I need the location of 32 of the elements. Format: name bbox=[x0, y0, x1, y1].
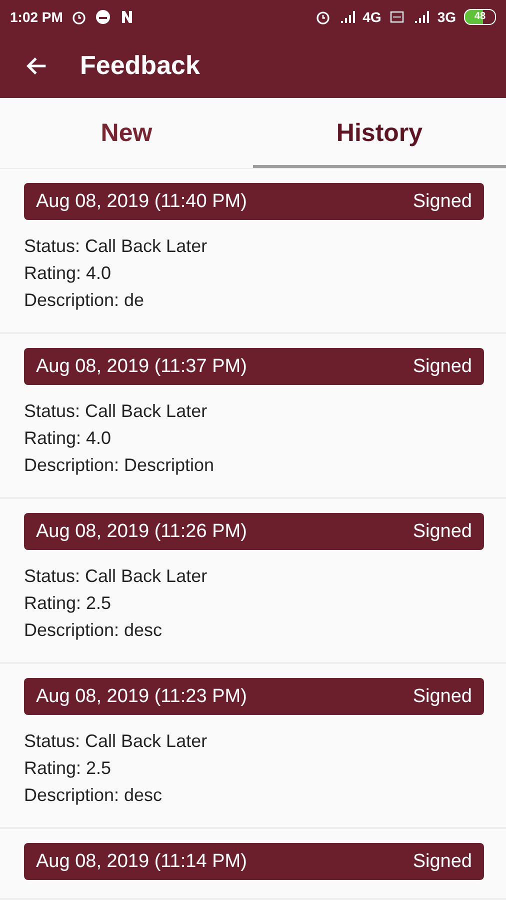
description-text: Description: de bbox=[24, 289, 146, 312]
status-time: 1:02 PM bbox=[10, 8, 63, 25]
entry-date: Aug 08, 2019 (11:40 PM) bbox=[36, 190, 247, 212]
alarm-icon bbox=[314, 8, 331, 25]
entry-date: Aug 08, 2019 (11:26 PM) bbox=[36, 520, 247, 542]
status-text: Status: Call Back Later bbox=[24, 730, 208, 753]
screen-title: Feedback bbox=[80, 50, 200, 82]
network-type: 4G bbox=[362, 8, 382, 25]
signal-icon bbox=[413, 8, 430, 25]
description-text: Description: desc bbox=[24, 784, 164, 807]
rating-text: Rating: 2.5 bbox=[24, 757, 112, 780]
network-type: 3G bbox=[437, 8, 456, 25]
entry-date: Aug 08, 2019 (11:14 PM) bbox=[36, 850, 247, 872]
signal-icon bbox=[338, 8, 355, 25]
alarm-icon bbox=[70, 8, 87, 25]
entry-date: Aug 08, 2019 (11:23 PM) bbox=[36, 686, 247, 708]
description-text: Description: desc bbox=[24, 619, 164, 642]
tab[interactable]: New bbox=[0, 98, 253, 168]
entry-state: Signed bbox=[412, 190, 472, 212]
rating-text: Rating: 4.0 bbox=[24, 427, 112, 450]
rating-text: Rating: 2.5 bbox=[24, 592, 112, 615]
entry-state: Signed bbox=[412, 520, 472, 542]
entry-state: Signed bbox=[412, 356, 472, 378]
status-text: Status: Call Back Later bbox=[24, 235, 208, 258]
description-text: Description: Description bbox=[24, 454, 216, 477]
entry-state: Signed bbox=[412, 850, 472, 872]
entry-state: Signed bbox=[412, 686, 472, 708]
rating-text: Rating: 4.0 bbox=[24, 262, 112, 285]
status-text: Status: Call Back Later bbox=[24, 565, 208, 588]
entry-date: Aug 08, 2019 (11:37 PM) bbox=[36, 356, 247, 378]
tab[interactable]: History bbox=[253, 98, 506, 168]
status-text: Status: Call Back Later bbox=[24, 400, 208, 423]
